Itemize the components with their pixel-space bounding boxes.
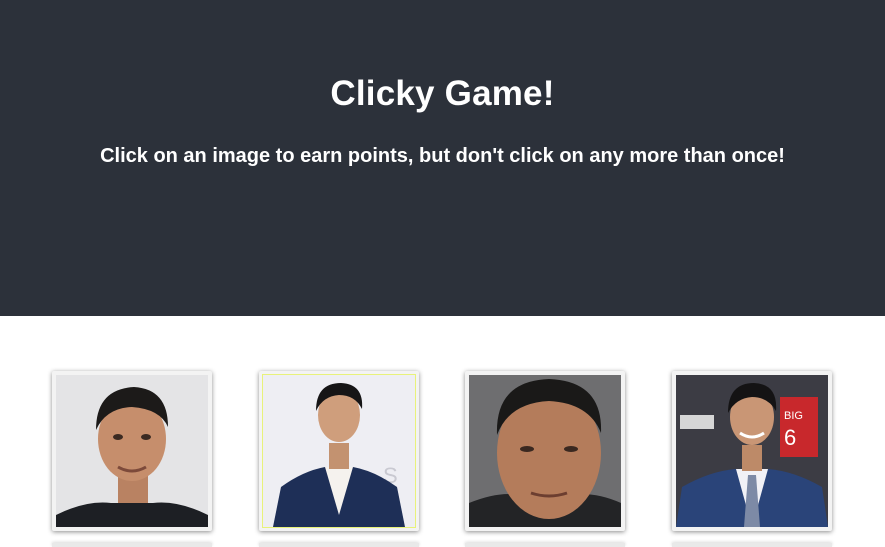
next-row-card-edge xyxy=(259,543,419,547)
game-header: Clicky Game! Click on an image to earn p… xyxy=(0,0,885,316)
svg-text:6: 6 xyxy=(784,425,796,450)
game-instructions: Click on an image to earn points, but do… xyxy=(100,145,785,167)
portrait-image-2: S xyxy=(263,375,415,527)
image-card-3[interactable] xyxy=(465,371,625,531)
portrait-image-3 xyxy=(469,375,621,527)
image-card-4[interactable]: BIG 6 xyxy=(672,371,832,531)
svg-text:BIG: BIG xyxy=(784,410,803,422)
image-card-2[interactable]: S xyxy=(259,371,419,531)
next-row-card-edge xyxy=(465,543,625,547)
image-card-1[interactable] xyxy=(52,371,212,531)
next-row-card-edge xyxy=(52,543,212,547)
page-title: Clicky Game! xyxy=(330,74,555,113)
portrait-image-4: BIG 6 xyxy=(676,375,828,527)
next-row-card-edge xyxy=(672,543,832,547)
portrait-image-1 xyxy=(56,375,208,527)
